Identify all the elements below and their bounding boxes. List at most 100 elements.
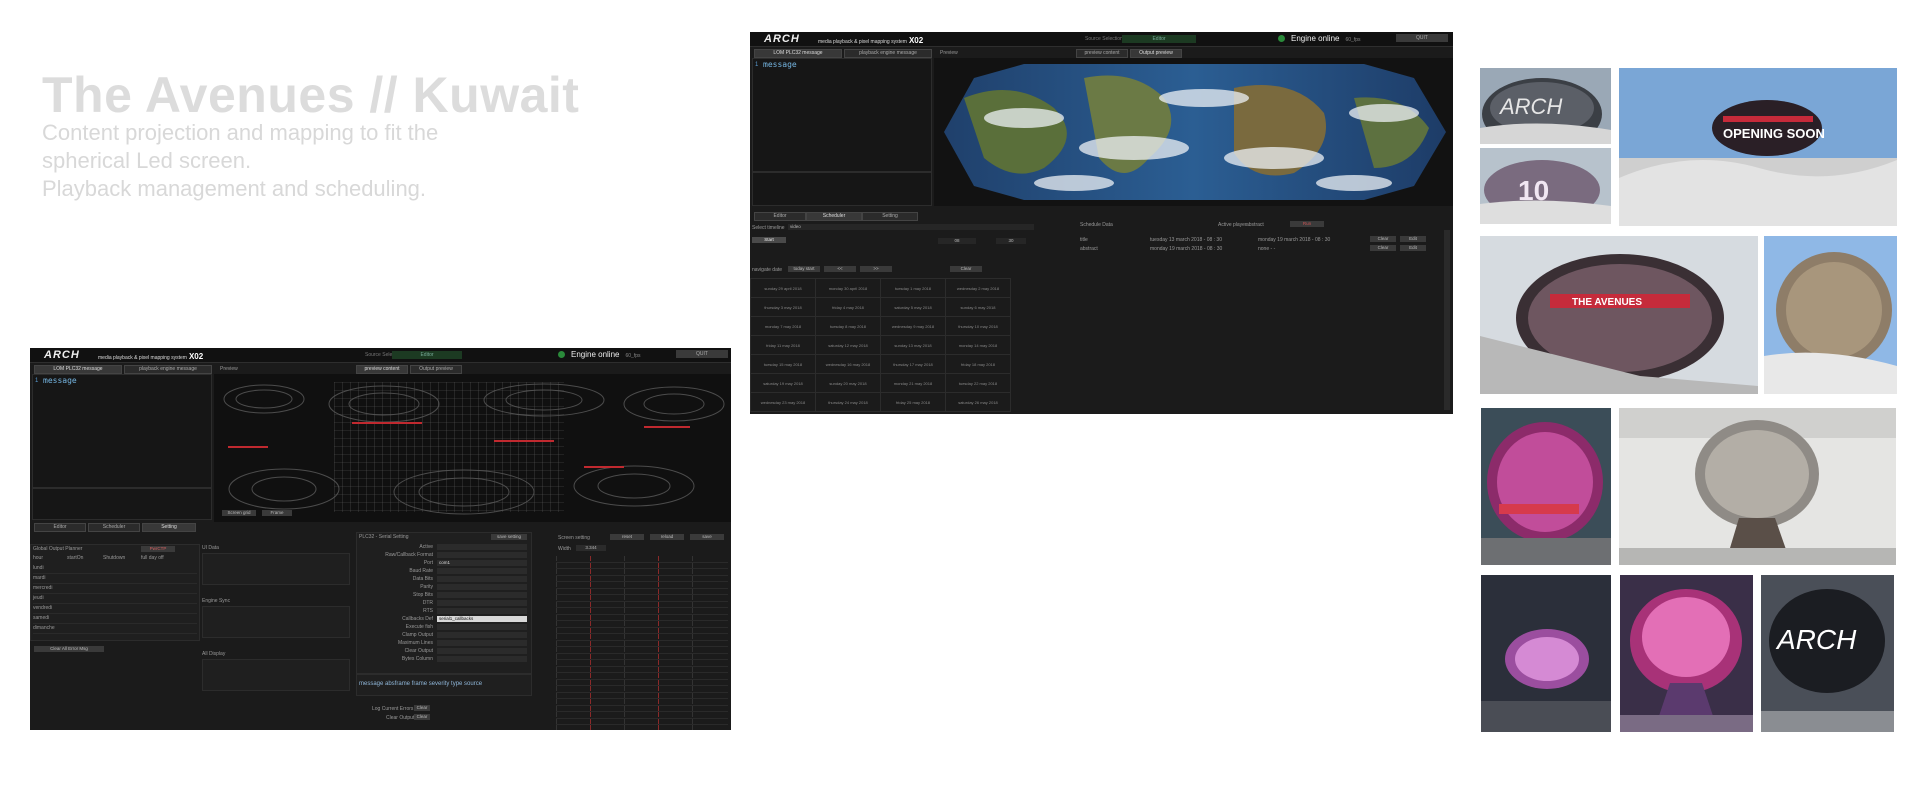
screen-grid-cell[interactable] <box>556 699 589 704</box>
tab-playback-message[interactable]: playback engine message <box>124 365 212 374</box>
screen-grid-cell[interactable] <box>658 686 691 691</box>
serial-field-input[interactable]: com1 <box>437 560 527 566</box>
serial-field-row[interactable]: Execute fish <box>357 623 531 631</box>
screen-grid-cell[interactable] <box>692 718 725 724</box>
screen-grid-cell[interactable] <box>692 673 725 678</box>
screen-grid-cell[interactable] <box>624 653 657 659</box>
calendar-day[interactable]: monday 14 may 2018 <box>945 335 1011 355</box>
screen-grid-cell[interactable] <box>692 588 725 594</box>
screen-grid-cell[interactable] <box>624 575 657 581</box>
screen-grid-cell[interactable] <box>556 621 589 626</box>
screen-grid-cell[interactable] <box>692 699 725 704</box>
calendar-day[interactable]: saturday 12 may 2018 <box>815 335 881 355</box>
screen-grid-cell[interactable] <box>624 647 657 652</box>
screen-grid-cell[interactable] <box>692 575 725 581</box>
screen-grid-cell[interactable] <box>692 556 725 561</box>
calendar-day[interactable]: sunday 29 april 2018 <box>750 278 816 298</box>
reload-button[interactable]: reload <box>650 534 684 540</box>
tab-lom-message[interactable]: LOM PLC32 message <box>34 365 122 374</box>
screen-grid-cell[interactable] <box>556 556 589 561</box>
screen-grid-cell[interactable] <box>692 634 725 639</box>
screen-grid-cell[interactable] <box>692 614 725 620</box>
screen-grid-cell[interactable] <box>692 647 725 652</box>
screen-grid-cell[interactable] <box>658 718 691 724</box>
screen-grid-cell[interactable] <box>624 608 657 613</box>
mapping-preview[interactable]: Screen grid Frame <box>214 374 731 522</box>
screen-grid-cell[interactable] <box>556 569 589 574</box>
screen-grid-cell[interactable] <box>556 634 589 639</box>
screen-grid-cell[interactable] <box>556 653 589 659</box>
calendar-day[interactable]: tuesday 22 may 2018 <box>945 373 1011 393</box>
tab-output-preview[interactable]: Output preview <box>1130 49 1182 58</box>
screen-grid-cell[interactable] <box>692 621 725 626</box>
screen-grid-cell[interactable] <box>658 712 691 717</box>
screen-grid-cell[interactable] <box>658 601 691 607</box>
calendar-day[interactable]: thursday 17 may 2018 <box>880 354 946 374</box>
screen-grid-cell[interactable] <box>556 673 589 678</box>
quit-button[interactable]: QUIT <box>1396 34 1448 42</box>
screen-grid-cell[interactable] <box>658 562 691 568</box>
screen-grid-cell[interactable] <box>624 569 657 574</box>
planner-row[interactable]: dimanche <box>33 624 197 634</box>
screen-grid-cell[interactable] <box>590 614 623 620</box>
screen-grid-cell[interactable] <box>692 692 725 698</box>
screen-grid-cell[interactable] <box>624 692 657 698</box>
serial-field-input[interactable] <box>437 552 527 558</box>
source-select[interactable]: Editor <box>392 351 462 359</box>
screen-grid-cell[interactable] <box>556 692 589 698</box>
screen-grid-cell[interactable] <box>692 595 725 600</box>
calendar-day[interactable]: thursday 10 may 2018 <box>945 316 1011 336</box>
screen-grid-cell[interactable] <box>590 705 623 711</box>
screen-grid-cell[interactable] <box>624 595 657 600</box>
tab-preview-content[interactable]: preview content <box>356 365 408 374</box>
serial-field-row[interactable]: Active <box>357 543 531 551</box>
screen-grid-cell[interactable] <box>590 653 623 659</box>
screen-grid-cell[interactable] <box>590 575 623 581</box>
serial-field-row[interactable]: Clear Output <box>357 647 531 655</box>
width-input[interactable]: 3.344 <box>576 545 606 551</box>
screen-grid-cell[interactable] <box>624 588 657 594</box>
screen-grid-cell[interactable] <box>658 627 691 633</box>
serial-field-row[interactable]: Parity <box>357 583 531 591</box>
screen-grid-cell[interactable] <box>590 712 623 717</box>
calendar-day[interactable]: tuesday 1 may 2018 <box>880 278 946 298</box>
screen-grid-cell[interactable] <box>590 621 623 626</box>
screen-grid-cell[interactable] <box>624 562 657 568</box>
screen-grid-cell[interactable] <box>590 679 623 685</box>
tab-scheduler[interactable]: Scheduler <box>806 212 862 221</box>
clear-calendar-button[interactable]: Clear <box>950 266 982 272</box>
screen-grid-cell[interactable] <box>590 686 623 691</box>
screen-grid-cell[interactable] <box>590 569 623 574</box>
screen-grid-cell[interactable] <box>556 627 589 633</box>
screen-grid-cell[interactable] <box>556 595 589 600</box>
planner-row[interactable]: mardi <box>33 574 197 584</box>
planner-row[interactable]: lundi <box>33 564 197 574</box>
serial-field-input[interactable] <box>437 648 527 654</box>
calendar-day[interactable]: sunday 13 may 2018 <box>880 335 946 355</box>
screen-grid-cell[interactable] <box>556 666 589 672</box>
screen-grid-cell[interactable] <box>556 660 589 665</box>
screen-grid-cell[interactable] <box>658 699 691 704</box>
screen-grid-cell[interactable] <box>624 627 657 633</box>
clear-errors-button[interactable]: Clear All Error Msg <box>34 646 104 652</box>
screen-grid-cell[interactable] <box>658 588 691 594</box>
screen-grid-cell[interactable] <box>692 666 725 672</box>
serial-field-row[interactable]: DTR <box>357 599 531 607</box>
serial-field-input[interactable] <box>437 544 527 550</box>
screen-grid-cell[interactable] <box>658 673 691 678</box>
calendar-day[interactable]: tuesday 15 may 2018 <box>750 354 816 374</box>
screen-grid-cell[interactable] <box>590 725 623 730</box>
calendar-day[interactable]: wednesday 9 may 2018 <box>880 316 946 336</box>
screen-grid-cell[interactable] <box>658 608 691 613</box>
screen-grid-cell[interactable] <box>624 582 657 587</box>
serial-field-input[interactable] <box>437 624 527 630</box>
screen-grid-cell[interactable] <box>692 686 725 691</box>
timeline-select[interactable]: video <box>788 224 1034 230</box>
screen-grid-cell[interactable] <box>658 725 691 730</box>
screen-grid-cell[interactable] <box>556 712 589 717</box>
log-current-errors-button[interactable]: Clear <box>414 705 430 711</box>
serial-field-row[interactable]: Baud Rate <box>357 567 531 575</box>
serial-field-row[interactable]: Data Bits <box>357 575 531 583</box>
screen-grid-cell[interactable] <box>692 627 725 633</box>
screen-grid-cell[interactable] <box>658 647 691 652</box>
